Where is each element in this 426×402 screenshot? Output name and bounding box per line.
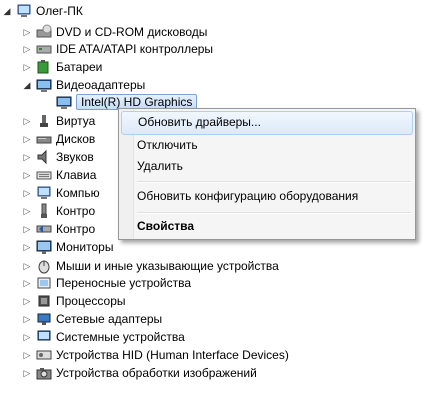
- collapse-arrow-icon[interactable]: ◢: [2, 6, 12, 16]
- expand-arrow-icon[interactable]: ▷: [22, 314, 32, 324]
- expand-arrow-icon[interactable]: ▷: [22, 206, 32, 216]
- display-adapter-icon: [56, 96, 72, 109]
- tree-item-label: Сетевые адаптеры: [56, 312, 163, 326]
- tree-item-label: Переносные устройства: [56, 276, 192, 290]
- expand-arrow-icon[interactable]: ▷: [22, 242, 32, 252]
- menu-item-update-drivers[interactable]: Обновить драйверы...: [121, 111, 413, 135]
- display-adapter-icon: [36, 79, 52, 92]
- root-label: Олег-ПК: [36, 4, 83, 18]
- tree-item-label: IDE ATA/ATAPI контроллеры: [56, 42, 214, 56]
- expand-arrow-icon[interactable]: ▷: [22, 224, 32, 234]
- usb-controller-icon: [41, 203, 47, 218]
- context-menu: Обновить драйверы... Отключить Удалить О…: [118, 108, 416, 240]
- tree-item-keyboard[interactable]: ▷ Клавиа: [22, 166, 97, 184]
- expand-arrow-icon[interactable]: ▷: [22, 332, 32, 342]
- tree-item-dvd[interactable]: ▷ DVD и CD-ROM дисководы: [22, 23, 207, 41]
- collapse-arrow-icon[interactable]: ◢: [22, 80, 32, 90]
- tree-item-portable[interactable]: ▷ Переносные устройства: [22, 274, 192, 292]
- tree-item-label: DVD и CD-ROM дисководы: [56, 25, 208, 39]
- disk-drive-icon: [36, 136, 52, 144]
- menu-separator: [137, 212, 411, 214]
- portable-device-icon: [37, 277, 51, 289]
- tree-item-label: Контро: [56, 222, 96, 236]
- tree-item-disk[interactable]: ▷ Дисков: [22, 130, 96, 148]
- menu-item-uninstall[interactable]: Удалить: [121, 155, 413, 177]
- menu-item-scan-hardware[interactable]: Обновить конфигурацию оборудования: [121, 185, 413, 207]
- dvd-drive-icon: [36, 24, 52, 38]
- tree-item-processors[interactable]: ▷ Процессоры: [22, 292, 126, 310]
- expand-arrow-icon[interactable]: ▷: [22, 62, 32, 72]
- expand-arrow-icon[interactable]: ▷: [22, 134, 32, 144]
- tree-item-virtual[interactable]: ▷ Виртуа: [22, 112, 96, 130]
- expand-arrow-icon[interactable]: ▷: [22, 188, 32, 198]
- tree-item-label: Клавиа: [56, 168, 97, 182]
- tree-item-usb-controllers[interactable]: ▷ Контро: [22, 202, 95, 220]
- tree-item-label: Устройства HID (Human Interface Devices): [56, 348, 289, 362]
- tree-item-sound[interactable]: ▷ Звуков: [22, 148, 94, 166]
- expand-arrow-icon[interactable]: ▷: [22, 152, 32, 162]
- tree-item-label: Процессоры: [56, 294, 126, 308]
- battery-icon: [37, 60, 49, 74]
- tree-item-video-adapters[interactable]: ◢ Видеоадаптеры: [22, 76, 145, 94]
- virtual-device-icon: [40, 115, 48, 127]
- sound-icon: [37, 149, 47, 165]
- tree-item-storage-controllers[interactable]: ▷ Контро: [22, 220, 96, 238]
- processor-icon: [38, 295, 50, 307]
- tree-item-label: Мыши и иные указывающие устройства: [56, 259, 279, 273]
- tree-item-hid[interactable]: ▷ Устройства HID (Human Interface Device…: [22, 346, 289, 364]
- menu-item-properties[interactable]: Свойства: [121, 215, 413, 237]
- hid-icon: [36, 350, 52, 360]
- expand-arrow-icon[interactable]: ▷: [22, 278, 32, 288]
- expand-arrow-icon[interactable]: ▷: [22, 170, 32, 180]
- tree-item-label: Звуков: [56, 150, 94, 164]
- tree-root[interactable]: ◢ Олег-ПК: [2, 2, 83, 20]
- tree-item-imaging[interactable]: ▷ Устройства обработки изображений: [22, 364, 257, 382]
- computer-icon: [37, 186, 51, 199]
- menu-separator: [137, 181, 411, 183]
- tree-item-label: Дисков: [56, 132, 96, 146]
- tree-item-batteries[interactable]: ▷ Батареи: [22, 58, 102, 76]
- expand-arrow-icon[interactable]: ▷: [22, 368, 32, 378]
- expand-arrow-icon[interactable]: ▷: [22, 27, 32, 37]
- expand-arrow-icon[interactable]: ▷: [22, 261, 32, 271]
- tree-item-label: Видеоадаптеры: [56, 78, 146, 92]
- tree-item-monitors[interactable]: ▷ Мониторы: [22, 238, 113, 256]
- tree-item-system[interactable]: ▷ Системные устройства: [22, 328, 185, 346]
- menu-item-disable[interactable]: Отключить: [121, 134, 413, 156]
- system-device-icon: [37, 330, 51, 341]
- tree-item-label: Батареи: [56, 60, 103, 74]
- imaging-device-icon: [36, 368, 52, 380]
- mouse-icon: [38, 260, 50, 274]
- monitor-icon: [36, 240, 52, 254]
- keyboard-icon: [36, 171, 52, 180]
- expand-arrow-icon[interactable]: ▷: [22, 350, 32, 360]
- tree-item-label: Компью: [56, 186, 100, 200]
- tree-item-label: Виртуа: [56, 114, 96, 128]
- tree-item-label: Контро: [56, 204, 96, 218]
- tree-item-label: Устройства обработки изображений: [56, 366, 257, 380]
- expand-arrow-icon[interactable]: ▷: [22, 44, 32, 54]
- expand-arrow-icon[interactable]: ▷: [22, 116, 32, 126]
- computer-icon: [17, 4, 31, 17]
- expand-arrow-icon[interactable]: ▷: [22, 296, 32, 306]
- tree-item-network[interactable]: ▷ Сетевые адаптеры: [22, 310, 163, 328]
- network-adapter-icon: [37, 313, 51, 325]
- storage-controller-icon: [36, 225, 52, 233]
- tree-item-mice[interactable]: ▷ Мыши и иные указывающие устройства: [22, 257, 279, 275]
- tree-item-label: Мониторы: [56, 240, 114, 254]
- tree-item-ide[interactable]: ▷ IDE ATA/ATAPI контроллеры: [22, 40, 214, 58]
- ide-controller-icon: [36, 45, 52, 54]
- tree-item-computer[interactable]: ▷ Компью: [22, 184, 100, 202]
- tree-item-label: Системные устройства: [56, 330, 185, 344]
